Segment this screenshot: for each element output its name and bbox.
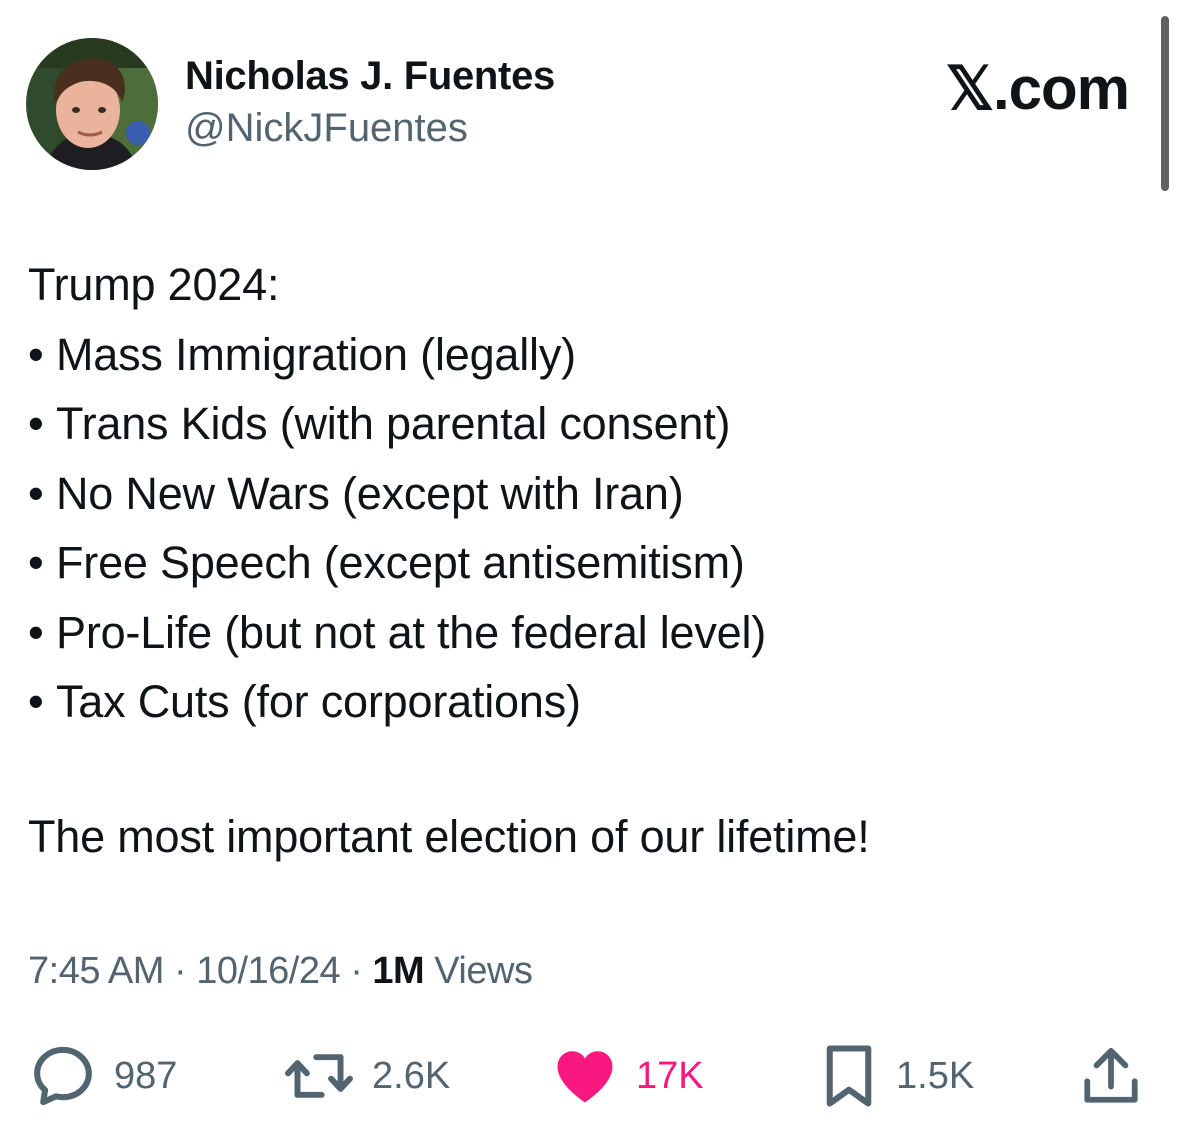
- bullet-icon: •: [28, 328, 44, 380]
- repost-icon: [285, 1054, 353, 1098]
- author-handle[interactable]: @NickJFuentes: [185, 106, 468, 151]
- list-item: • Mass Immigration (legally): [28, 320, 1148, 390]
- meta-separator: ·: [350, 950, 363, 992]
- tweet-closing-line: The most important election of our lifet…: [28, 811, 870, 862]
- reply-button[interactable]: 987: [30, 1036, 177, 1116]
- scrollbar[interactable]: [1161, 16, 1169, 191]
- share-button[interactable]: [1082, 1036, 1140, 1116]
- bookmark-icon: [826, 1045, 872, 1107]
- repost-button[interactable]: 2.6K: [284, 1036, 450, 1116]
- bullet-icon: •: [28, 537, 44, 588]
- list-item-text: Mass Immigration (legally): [56, 328, 576, 380]
- list-item-text: Free Speech (except antisemitism): [56, 537, 745, 588]
- bullet-icon: •: [28, 398, 44, 449]
- views-label[interactable]: Views: [434, 950, 533, 992]
- bookmark-count: 1.5K: [896, 1054, 975, 1097]
- list-item: • No New Wars (except with Iran): [28, 459, 1148, 529]
- list-item: • Tax Cuts (for corporations): [28, 667, 1148, 737]
- bullet-icon: •: [28, 676, 44, 727]
- avatar[interactable]: [26, 38, 158, 170]
- list-item: • Trans Kids (with parental consent): [28, 389, 1148, 459]
- share-icon: [1084, 1048, 1138, 1103]
- tweet-meta: 7:45 AM · 10/16/24 · 1M Views: [28, 950, 533, 993]
- list-item-text: Trans Kids (with parental consent): [56, 398, 731, 449]
- views-count[interactable]: 1M: [372, 950, 424, 992]
- list-item-text: Tax Cuts (for corporations): [56, 676, 581, 727]
- x-logo: 𝕏.com: [945, 55, 1130, 122]
- tweet-time[interactable]: 7:45 AM: [28, 950, 164, 992]
- list-item-text: No New Wars (except with Iran): [56, 467, 684, 519]
- bullet-icon: •: [28, 606, 44, 658]
- list-item: • Free Speech (except antisemitism): [28, 528, 1148, 598]
- repost-count: 2.6K: [372, 1054, 451, 1097]
- like-count: 17K: [636, 1054, 704, 1097]
- tweet-heading: Trump 2024:: [28, 259, 280, 310]
- tweet-date[interactable]: 10/16/24: [196, 950, 340, 992]
- tweet-text: Trump 2024: • Mass Immigration (legally)…: [28, 250, 1148, 737]
- reply-icon: [34, 1046, 92, 1106]
- list-item: • Pro-Life (but not at the federal level…: [28, 598, 1148, 668]
- like-button[interactable]: 17K: [552, 1036, 704, 1116]
- author-display-name[interactable]: Nicholas J. Fuentes: [185, 54, 555, 99]
- reply-count: 987: [114, 1054, 178, 1097]
- action-bar: 987 2.6K 17K 1.5K: [0, 1036, 1179, 1116]
- list-item-text: Pro-Life (but not at the federal level): [56, 606, 767, 658]
- bullet-icon: •: [28, 467, 44, 519]
- heart-icon: [557, 1051, 613, 1103]
- meta-separator: ·: [173, 950, 187, 992]
- bookmark-button[interactable]: 1.5K: [820, 1036, 974, 1116]
